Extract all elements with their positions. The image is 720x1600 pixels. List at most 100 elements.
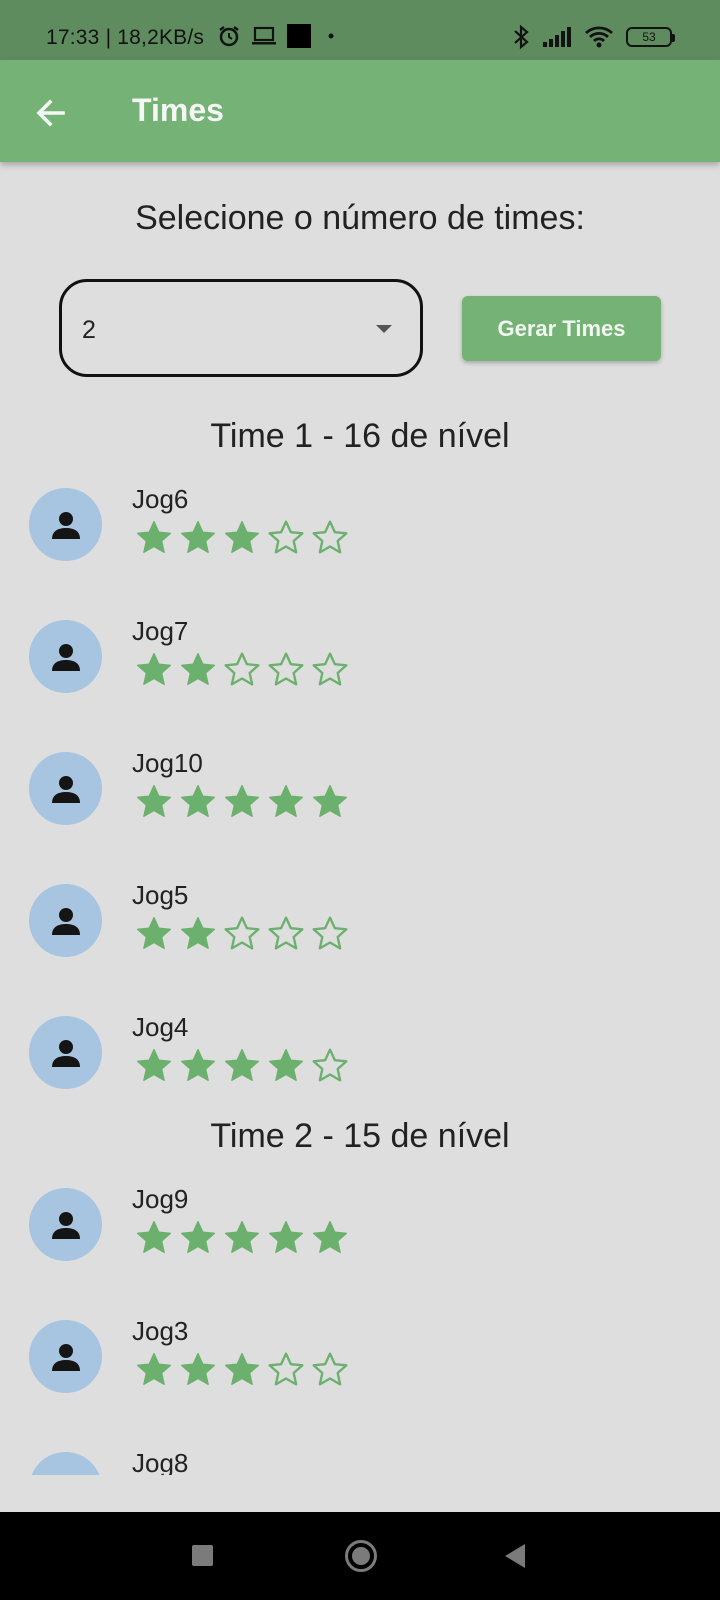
page-title: Times <box>132 92 224 128</box>
star-filled-icon <box>137 521 171 553</box>
black-square-icon <box>287 24 311 48</box>
recent-apps-icon[interactable] <box>192 1545 213 1566</box>
player-row[interactable]: Jog8 <box>0 1448 720 1475</box>
star-outline-icon <box>312 652 348 686</box>
player-row[interactable]: Jog4 <box>0 1012 720 1126</box>
player-name: Jog9 <box>132 1184 189 1214</box>
star-rating <box>134 518 350 558</box>
team-count-prompt: Selecione o número de times: <box>135 199 585 237</box>
avatar <box>29 1452 102 1475</box>
player-row[interactable]: Jog7 <box>0 616 720 730</box>
star-filled-icon <box>181 1221 215 1253</box>
status-icons-right: 53 <box>512 24 675 50</box>
team-heading: Time 2 - 15 de nível <box>210 1117 510 1155</box>
arrow-left-icon[interactable] <box>30 92 72 134</box>
avatar <box>29 488 102 561</box>
laptop-icon <box>251 25 277 47</box>
star-filled-icon <box>269 1049 303 1081</box>
star-filled-icon <box>269 785 303 817</box>
alarm-icon <box>217 24 241 48</box>
person-icon <box>51 907 80 935</box>
star-filled-icon <box>181 785 215 817</box>
player-row[interactable]: Jog9 <box>0 1184 720 1298</box>
wifi-icon <box>584 25 614 49</box>
star-rating <box>134 782 350 822</box>
dot-icon <box>321 26 341 46</box>
bluetooth-icon <box>512 24 530 50</box>
avatar <box>29 1016 102 1089</box>
star-outline-icon <box>312 1048 348 1082</box>
star-rating <box>134 1350 350 1390</box>
star-filled-icon <box>137 1221 171 1253</box>
generate-teams-label: Gerar Times <box>497 315 626 341</box>
star-filled-icon <box>269 1221 303 1253</box>
star-outline-icon <box>268 1352 304 1386</box>
star-outline-icon <box>312 520 348 554</box>
player-name: Jog5 <box>132 880 189 910</box>
star-filled-icon <box>225 1221 259 1253</box>
star-rating <box>134 914 350 954</box>
person-icon <box>51 1211 80 1239</box>
nav-back-icon[interactable] <box>505 1544 525 1568</box>
avatar <box>29 1320 102 1393</box>
star-filled-icon <box>137 917 171 949</box>
star-filled-icon <box>137 785 171 817</box>
star-filled-icon <box>181 521 215 553</box>
avatar <box>29 752 102 825</box>
person-icon <box>51 643 80 671</box>
status-bar: 17:33 | 18,2KB/s 53 <box>0 0 720 60</box>
team-heading: Time 1 - 16 de nível <box>210 417 510 455</box>
star-outline-icon <box>224 652 260 686</box>
star-outline-icon <box>268 520 304 554</box>
star-filled-icon <box>225 1353 259 1385</box>
star-rating <box>134 650 350 690</box>
person-icon <box>51 775 80 803</box>
signal-icon <box>542 26 572 48</box>
star-filled-icon <box>181 653 215 685</box>
star-outline-icon <box>268 652 304 686</box>
home-icon[interactable] <box>345 1540 377 1572</box>
star-filled-icon <box>137 1353 171 1385</box>
status-icons-left <box>217 24 341 48</box>
battery-icon: 53 <box>626 27 675 47</box>
star-filled-icon <box>313 1221 347 1253</box>
dropdown-arrow-icon <box>376 325 392 333</box>
player-row[interactable]: Jog5 <box>0 880 720 994</box>
avatar <box>29 884 102 957</box>
player-name: Jog8 <box>132 1448 189 1475</box>
person-icon <box>51 1039 80 1067</box>
battery-level: 53 <box>642 30 656 44</box>
star-outline-icon <box>268 916 304 950</box>
list-viewport-clip: Jog8 <box>0 1420 720 1475</box>
person-icon <box>51 511 80 539</box>
star-filled-icon <box>181 1353 215 1385</box>
player-name: Jog6 <box>132 484 189 514</box>
player-name: Jog3 <box>132 1316 189 1346</box>
avatar <box>29 620 102 693</box>
star-filled-icon <box>225 521 259 553</box>
player-name: Jog4 <box>132 1012 189 1042</box>
player-name: Jog10 <box>132 748 203 778</box>
person-icon <box>51 1343 80 1371</box>
generate-teams-button[interactable]: Gerar Times <box>462 296 661 361</box>
star-filled-icon <box>137 653 171 685</box>
star-rating <box>134 1046 350 1086</box>
avatar <box>29 1188 102 1261</box>
star-filled-icon <box>225 785 259 817</box>
star-filled-icon <box>313 785 347 817</box>
star-rating <box>134 1218 350 1258</box>
player-row[interactable]: Jog6 <box>0 484 720 598</box>
team-count-value: 2 <box>82 316 96 344</box>
player-name: Jog7 <box>132 616 189 646</box>
star-filled-icon <box>181 1049 215 1081</box>
star-filled-icon <box>225 1049 259 1081</box>
app-bar: Times <box>0 60 720 162</box>
team-count-dropdown[interactable]: 2 <box>59 279 423 377</box>
player-row[interactable]: Jog3 <box>0 1316 720 1430</box>
status-time: 17:33 | 18,2KB/s <box>46 26 205 49</box>
star-filled-icon <box>137 1049 171 1081</box>
star-outline-icon <box>224 916 260 950</box>
player-row[interactable]: Jog10 <box>0 748 720 862</box>
star-outline-icon <box>312 916 348 950</box>
star-filled-icon <box>181 917 215 949</box>
